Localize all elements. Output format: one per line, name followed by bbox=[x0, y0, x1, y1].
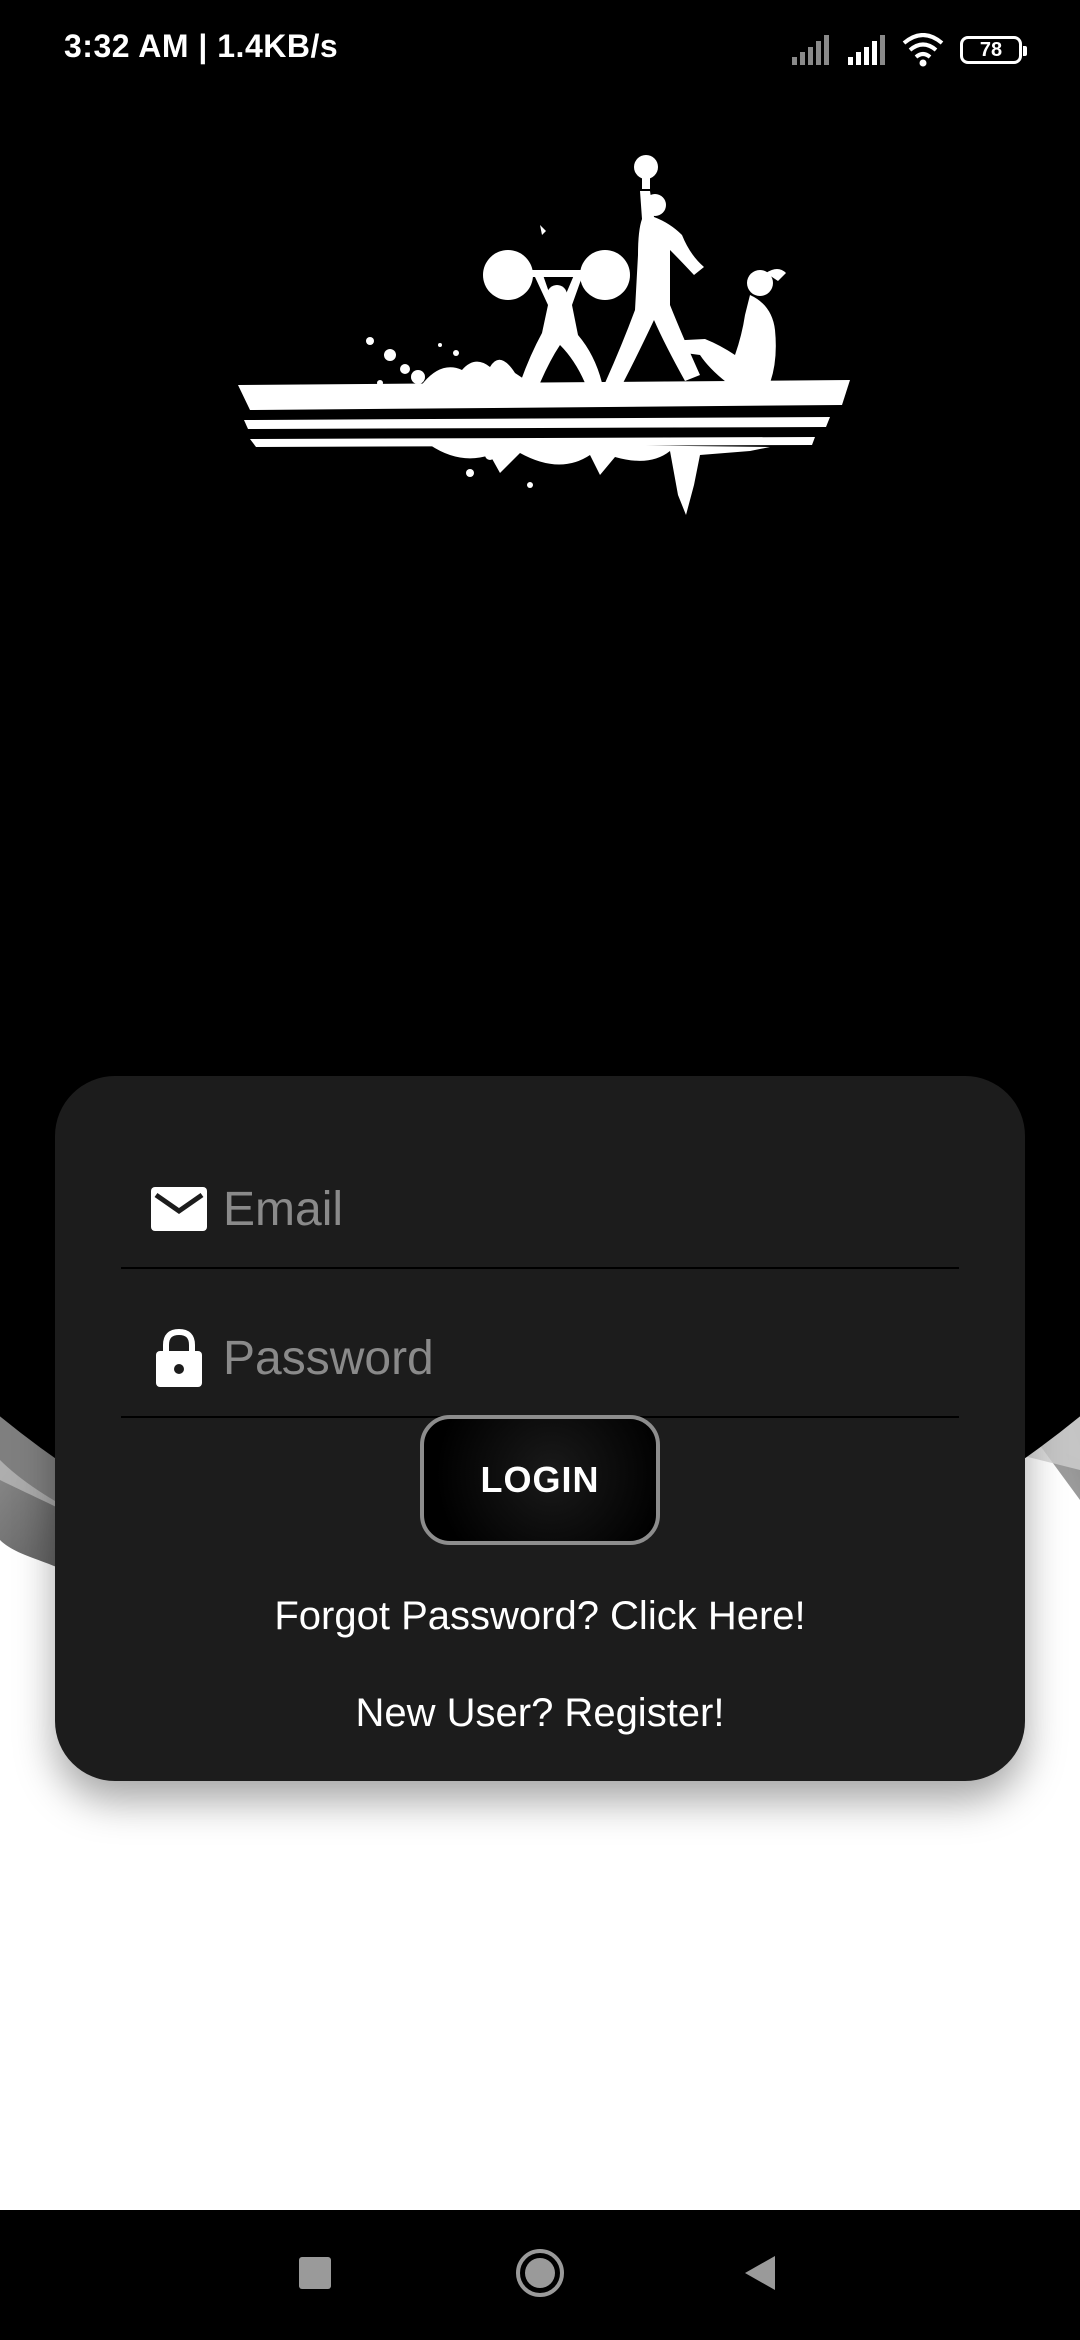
lock-icon bbox=[149, 1328, 209, 1388]
back-icon bbox=[743, 2254, 777, 2297]
navigation-bar bbox=[0, 2210, 1080, 2340]
password-field-row bbox=[121, 1300, 959, 1418]
home-button[interactable] bbox=[510, 2245, 570, 2305]
mail-icon bbox=[149, 1179, 209, 1239]
register-link[interactable]: New User? Register! bbox=[55, 1691, 1025, 1736]
fitness-silhouettes-logo bbox=[238, 155, 850, 515]
password-input[interactable] bbox=[223, 1318, 959, 1398]
status-time: 3:32 AM | 1.4KB/s bbox=[64, 28, 339, 64]
login-card: LOGIN Forgot Password? Click Here! New U… bbox=[55, 1076, 1025, 1781]
email-input[interactable] bbox=[223, 1169, 959, 1249]
back-button[interactable] bbox=[730, 2245, 790, 2305]
recents-button[interactable] bbox=[285, 2245, 345, 2305]
email-field-row bbox=[121, 1151, 959, 1269]
forgot-password-link[interactable]: Forgot Password? Click Here! bbox=[55, 1594, 1025, 1639]
status-bar: 3:32 AM | 1.4KB/s 78 bbox=[0, 0, 1080, 96]
signal-icon bbox=[792, 35, 829, 65]
recents-icon bbox=[299, 2256, 331, 2294]
battery-icon: 78 bbox=[960, 36, 1027, 64]
home-icon bbox=[514, 2247, 566, 2304]
wifi-icon bbox=[902, 33, 944, 67]
login-screen: 3:32 AM | 1.4KB/s 78 Email LOGIN Forgot … bbox=[0, 0, 1080, 2340]
signal-icon bbox=[848, 35, 885, 65]
status-icons: 78 bbox=[790, 30, 1027, 70]
login-button[interactable]: LOGIN bbox=[420, 1415, 660, 1545]
